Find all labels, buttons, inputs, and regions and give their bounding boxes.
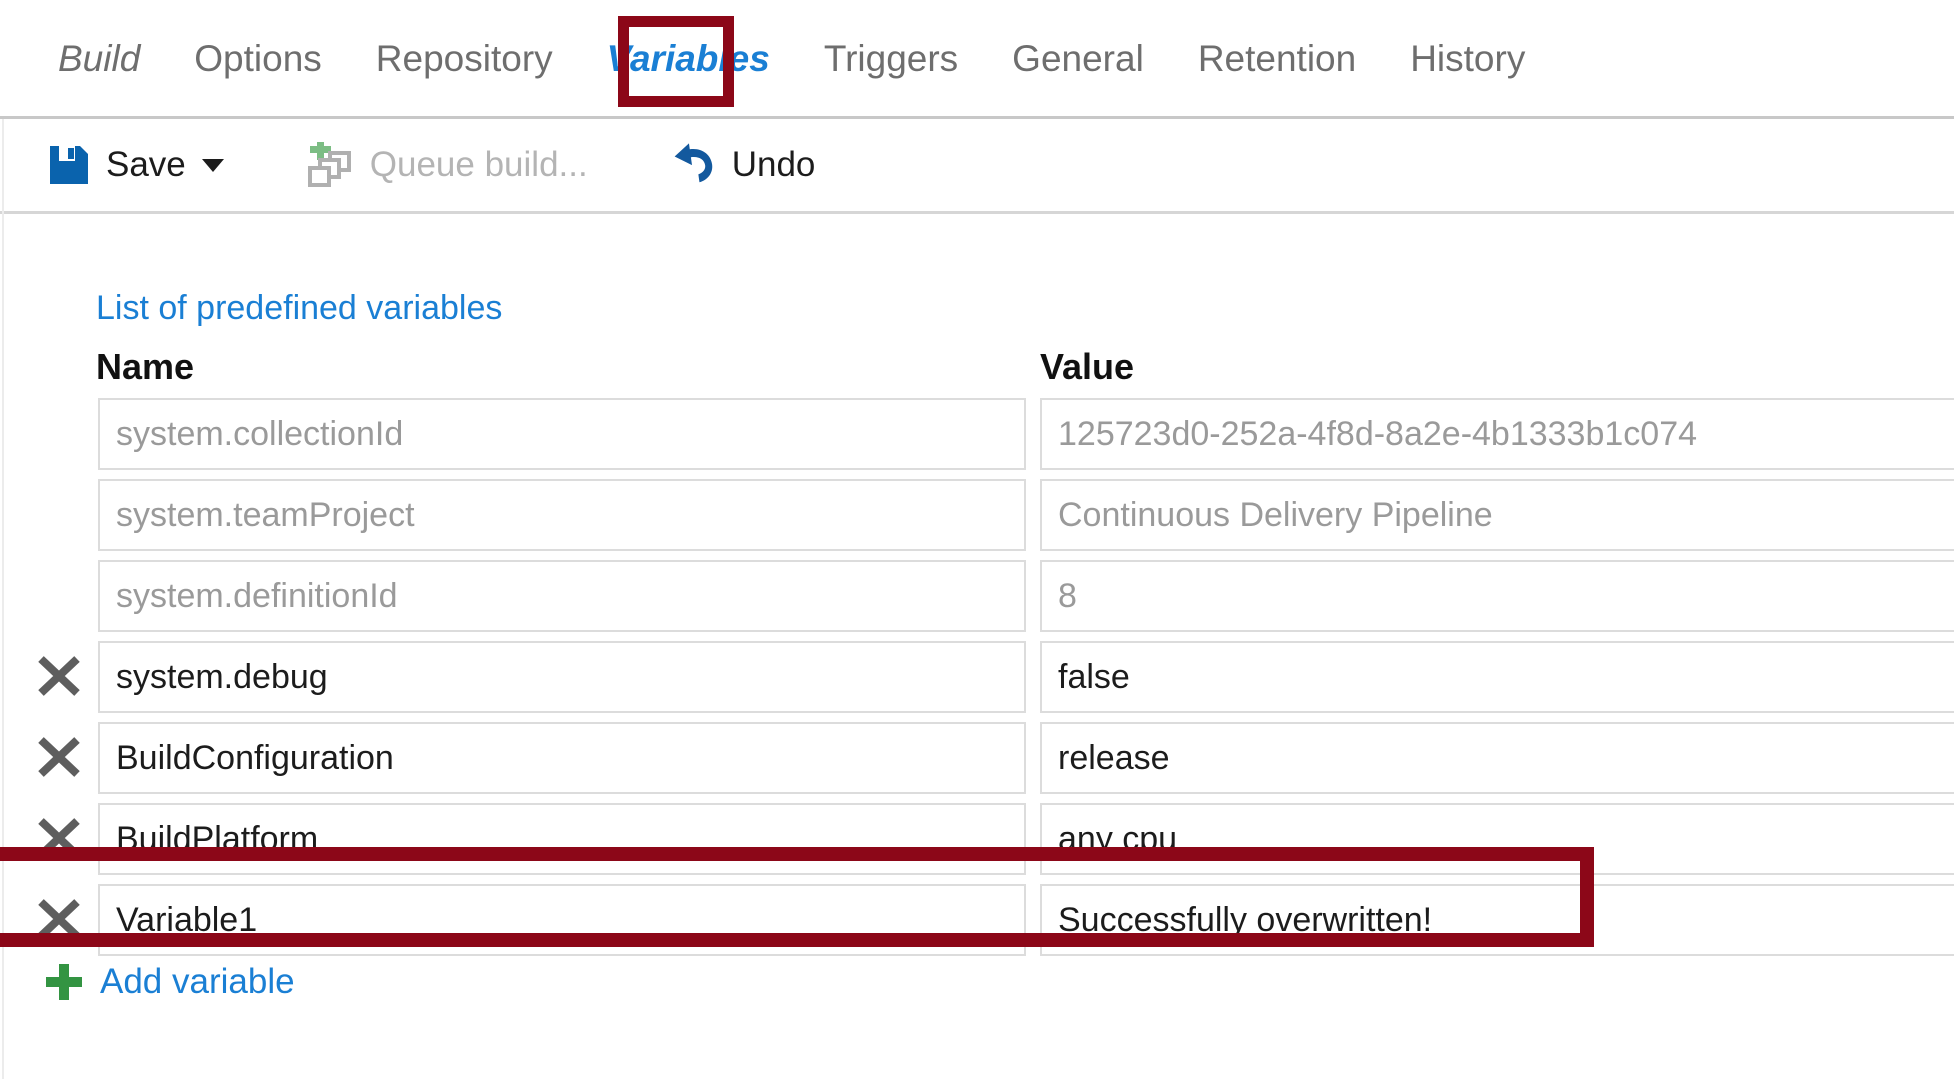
tab-general[interactable]: General <box>985 40 1171 77</box>
variable-name-input[interactable]: system.debug <box>98 641 1026 713</box>
predefined-variables-link[interactable]: List of predefined variables <box>96 289 502 328</box>
add-variable-label: Add variable <box>100 962 295 1002</box>
table-row: system.definitionId 8 <box>0 558 1954 639</box>
tab-retention[interactable]: Retention <box>1171 40 1383 77</box>
variables-table-body: system.collectionId 125723d0-252a-4f8d-8… <box>0 396 1954 963</box>
table-row: BuildConfiguration release <box>0 720 1954 801</box>
queue-build-button[interactable]: Queue build... <box>306 142 588 188</box>
save-label: Save <box>106 145 186 185</box>
floppy-disk-icon <box>48 144 90 186</box>
tab-options[interactable]: Options <box>167 40 349 77</box>
variable-value-input[interactable]: 125723d0-252a-4f8d-8a2e-4b1333b1c074 <box>1040 398 1954 470</box>
delete-variable-icon[interactable] <box>36 815 82 861</box>
delete-variable-icon[interactable] <box>36 896 82 942</box>
variable-name-input[interactable]: BuildPlatform <box>98 803 1026 875</box>
plus-icon <box>44 962 84 1002</box>
variable-name-input[interactable]: system.collectionId <box>98 398 1026 470</box>
variables-table-header: Name Value <box>0 346 1954 396</box>
undo-button[interactable]: Undo <box>670 143 816 187</box>
chevron-down-icon[interactable] <box>202 159 224 172</box>
variable-name-input[interactable]: system.teamProject <box>98 479 1026 551</box>
save-button[interactable]: Save <box>48 144 224 186</box>
table-row: BuildPlatform any cpu <box>0 801 1954 882</box>
undo-label: Undo <box>732 145 816 185</box>
column-header-value: Value <box>1040 346 1134 388</box>
variable-value-input[interactable]: any cpu <box>1040 803 1954 875</box>
add-variable-button[interactable]: Add variable <box>44 962 295 1002</box>
tab-triggers[interactable]: Triggers <box>797 40 985 77</box>
undo-arrow-icon <box>670 143 716 187</box>
column-header-name: Name <box>96 346 194 388</box>
command-toolbar: Save Queue build... Undo <box>0 119 1954 214</box>
variable-name-input[interactable]: Variable1 <box>98 884 1026 956</box>
table-row: system.debug false <box>0 639 1954 720</box>
variable-value-input[interactable]: Successfully overwritten! <box>1040 884 1954 956</box>
tab-variables[interactable]: Variables <box>580 40 797 77</box>
variable-name-input[interactable]: BuildConfiguration <box>98 722 1026 794</box>
tab-history[interactable]: History <box>1383 40 1552 77</box>
tab-repository[interactable]: Repository <box>349 40 580 77</box>
table-row: system.collectionId 125723d0-252a-4f8d-8… <box>0 396 1954 477</box>
delete-variable-icon[interactable] <box>36 653 82 699</box>
variable-value-input[interactable]: release <box>1040 722 1954 794</box>
variable-value-input[interactable]: Continuous Delivery Pipeline <box>1040 479 1954 551</box>
queue-build-label: Queue build... <box>370 145 588 185</box>
table-row: Variable1 Successfully overwritten! <box>0 882 1954 963</box>
tab-build[interactable]: Build <box>50 40 167 77</box>
definition-tab-bar: Build Options Repository Variables Trigg… <box>0 0 1954 119</box>
variable-name-input[interactable]: system.definitionId <box>98 560 1026 632</box>
table-row: system.teamProject Continuous Delivery P… <box>0 477 1954 558</box>
queue-build-icon <box>306 142 354 188</box>
variable-value-input[interactable]: false <box>1040 641 1954 713</box>
variables-page: Build Options Repository Variables Trigg… <box>0 0 1954 1079</box>
variable-value-input[interactable]: 8 <box>1040 560 1954 632</box>
delete-variable-icon[interactable] <box>36 734 82 780</box>
